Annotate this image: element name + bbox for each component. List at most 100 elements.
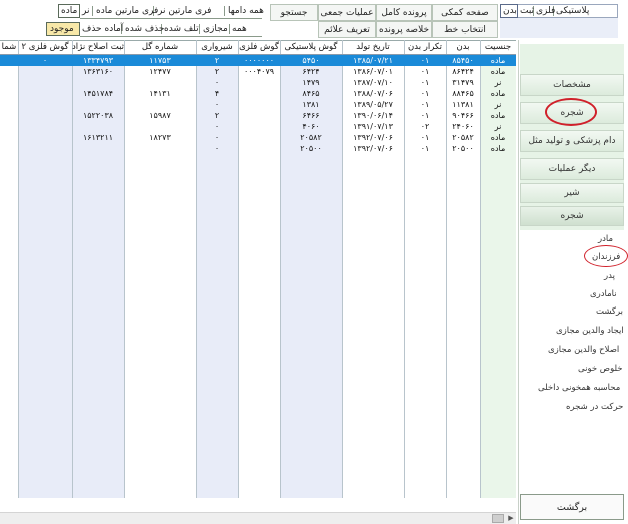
cell-sex: نر	[494, 100, 502, 109]
cell-plastic-ear: ۴۰۶۰	[302, 122, 320, 131]
cell-plastic-ear: ۱۴۷۹	[302, 78, 320, 87]
scroll-right-arrow-icon[interactable]: ▶	[506, 513, 516, 523]
cell-body: ۲۴۰۶۰	[452, 122, 474, 131]
cell-metal-ear-2	[18, 121, 72, 132]
col-header-number[interactable]: شما	[0, 41, 18, 54]
cell-plastic-ear: ۲۰۵۰۰	[300, 144, 322, 153]
cell-number	[0, 110, 18, 121]
cell-body: ۱۱۳۸۱	[452, 100, 474, 109]
cell-metal-ear	[238, 77, 280, 88]
other-ops-button[interactable]: دیگر عملیات	[520, 158, 624, 180]
cell-number	[0, 132, 18, 143]
cell-herd-number	[124, 99, 196, 110]
link-stepmother[interactable]: نامادری	[590, 289, 617, 299]
link-move-in-tree[interactable]: حرکت در شجره	[566, 402, 623, 412]
cell-birthdate: ۱۳۸۵/۰۷/۲۱	[353, 56, 393, 65]
cell-birthdate: ۱۳۸۷/۰۷/۱۰	[353, 78, 393, 87]
cell-body: ۲۰۵۰۰	[452, 144, 474, 153]
cell-sex: نر	[494, 122, 502, 131]
col-header-shirvari[interactable]: شیرواری	[196, 41, 238, 54]
cell-plastic-ear: ۲۰۵۸۲	[300, 133, 322, 142]
full-file-button[interactable]: پرونده کامل	[376, 4, 432, 21]
cell-shirvari: ۰	[214, 100, 220, 109]
cell-repeat: ۰۱	[420, 144, 430, 153]
cell-shirvari: ۲	[214, 56, 220, 65]
cell-birthdate: ۱۳۹۲/۰۷/۰۶	[353, 133, 393, 142]
help-page-button[interactable]: صفحه کمکی	[432, 4, 498, 21]
cell-metal-ear	[238, 143, 280, 154]
cell-metal-ear	[238, 99, 280, 110]
cell-herd-number: ۱۵۹۸۷	[149, 111, 171, 120]
cell-shirvari: ۰	[214, 144, 220, 153]
cell-body: ۳۱۴۷۹	[452, 78, 474, 87]
cell-body: ۸۶۴۲۴	[452, 67, 474, 76]
milk-button[interactable]: شیر	[520, 183, 624, 203]
specs-button[interactable]: مشخصات	[520, 74, 624, 96]
cell-shirvari: ۰	[214, 78, 220, 87]
cell-metal-ear-2	[18, 132, 72, 143]
col-header-breed-reg[interactable]: ثبت اصلاح نژاد	[72, 41, 124, 54]
back-button[interactable]: برگشت	[520, 494, 624, 520]
cell-body: ۹۰۴۶۶	[452, 111, 474, 120]
cell-sex: ماده	[490, 89, 506, 98]
cell-breed-reg	[72, 121, 124, 132]
link-edit-virtual-parents[interactable]: اصلاح والدین مجازی	[548, 345, 619, 355]
col-header-metal-ear[interactable]: گوش فلزی	[238, 41, 280, 54]
tab-dead[interactable]: تلف شده	[164, 24, 199, 34]
tab-plastic[interactable]: پلاستیکی	[556, 6, 589, 16]
cell-breed-reg	[72, 99, 124, 110]
cell-birthdate: ۱۳۸۹/۰۵/۲۷	[353, 100, 393, 109]
tab-male[interactable]: نر	[82, 6, 89, 16]
tab-existing-label: موجود	[50, 24, 74, 34]
cell-number	[0, 77, 18, 88]
cell-repeat: ۰۱	[420, 100, 430, 109]
link-create-virtual-parents[interactable]: ایجاد والدین مجازی	[556, 326, 624, 336]
define-marks-button[interactable]: تعریف علائم	[318, 21, 376, 38]
horizontal-scrollbar[interactable]	[0, 512, 516, 524]
group-ops-button[interactable]: عملیات جمعی	[318, 4, 376, 21]
col-header-repeat[interactable]: تکرار بدن	[404, 41, 446, 54]
link-blood-purity[interactable]: خلوص خونی	[578, 364, 623, 374]
col-header-plastic-ear[interactable]: گوش پلاستیکی	[280, 41, 342, 54]
cell-breed-reg: ۱۶۱۳۲۱۱	[82, 133, 114, 142]
col-header-herd-number[interactable]: شماره گل	[124, 41, 196, 54]
file-summary-button[interactable]: خلاصه پرونده	[376, 21, 432, 38]
cell-herd-number	[124, 143, 196, 154]
link-back[interactable]: برگشت	[596, 307, 623, 317]
search-button[interactable]: جستجو	[270, 4, 318, 21]
tab-culled[interactable]: حذف شده	[125, 24, 164, 34]
link-mother[interactable]: مادر	[598, 234, 613, 244]
cell-repeat: ۰۱	[420, 67, 430, 76]
tab-freemartin-male[interactable]: فری مارتین نر	[158, 6, 212, 16]
cell-metal-ear-2	[18, 110, 72, 121]
tab-all-animals[interactable]: همه دامها	[228, 6, 264, 16]
col-header-body[interactable]: بدن	[446, 41, 480, 54]
cell-body: ۲۰۵۸۲	[452, 133, 474, 142]
cell-metal-ear-2	[18, 77, 72, 88]
select-line-button[interactable]: انتخاب خط	[432, 21, 498, 38]
tab-all[interactable]: همه	[232, 24, 247, 34]
cell-repeat: ۰۱	[420, 111, 430, 120]
link-father[interactable]: پدر	[604, 271, 615, 281]
tab-virtual[interactable]: مجازی	[203, 24, 228, 34]
col-header-birthdate[interactable]: تاریخ تولد	[342, 41, 404, 54]
id-type-tab-body	[500, 18, 618, 38]
cell-metal-ear	[238, 132, 280, 143]
col-header-sex[interactable]: جنسیت	[480, 41, 516, 54]
tab-ready-cull[interactable]: آماده حذف	[82, 24, 123, 34]
tab-metal[interactable]: فلزی	[536, 6, 555, 16]
col-header-metal-ear-2[interactable]: گوش فلزی ۲	[18, 41, 72, 54]
link-inbreeding-calc[interactable]: محاسبه همخونی داخلی	[538, 383, 620, 393]
vet-repro-button[interactable]: دام پزشکی و تولید مثل	[520, 130, 624, 152]
cell-herd-number: ۱۲۴۷۷	[149, 67, 171, 76]
cell-metal-ear-2	[18, 88, 72, 99]
tab-freemartin-female[interactable]: فری مارتین ماده	[96, 6, 158, 16]
cell-birthdate: ۱۳۹۱/۰۷/۱۳	[353, 122, 393, 131]
scroll-thumb[interactable]	[492, 514, 504, 523]
cell-breed-reg: ۱۴۵۱۷۸۴	[82, 89, 114, 98]
cell-sex: ماده	[490, 111, 506, 120]
tab-register[interactable]: ثبت	[520, 6, 534, 16]
cell-body: ۸۸۴۶۵	[452, 89, 474, 98]
cell-number	[0, 121, 18, 132]
cell-sex: ماده	[490, 56, 506, 65]
